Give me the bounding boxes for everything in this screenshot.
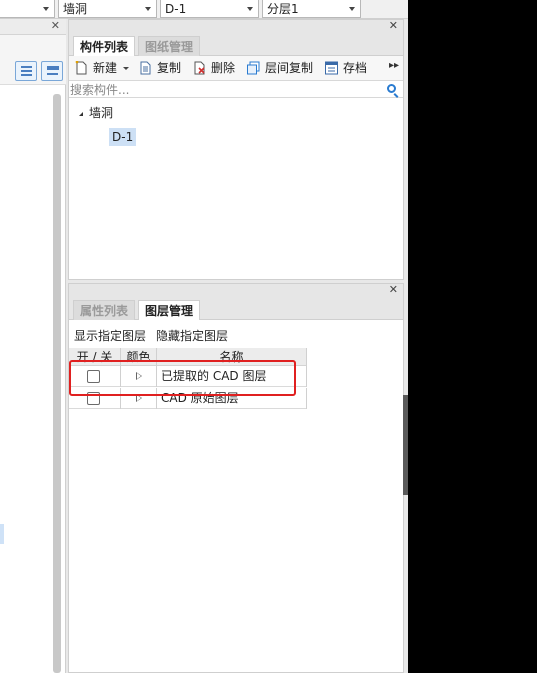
toggle-cell	[69, 388, 121, 409]
table-header: 开 / 关 颜色 名称	[69, 348, 307, 366]
dropdown-value: D-1	[165, 2, 187, 16]
column-header-color: 颜色	[121, 348, 157, 366]
category-dropdown[interactable]	[0, 0, 55, 18]
chevron-down-icon	[43, 7, 49, 11]
layer-name: 已提取的 CAD 图层	[157, 366, 307, 387]
hide-layer-button[interactable]: 隐藏指定图层	[156, 327, 228, 344]
left-scrollbar[interactable]	[53, 94, 61, 673]
delete-label: 删除	[211, 61, 236, 75]
layer-checkbox[interactable]	[87, 392, 100, 405]
new-button[interactable]: 新建	[75, 60, 131, 76]
tab-layer-management[interactable]: 图层管理	[138, 300, 201, 321]
tab-drawing-management[interactable]: 图纸管理	[138, 36, 201, 57]
color-cell	[121, 388, 157, 409]
layer-dropdown[interactable]: 分层1	[262, 0, 361, 18]
panel-titlebar: ✕	[69, 19, 403, 34]
workspace: 墙洞 D-1 分层1 ✕ ✕ 构件列表 图纸管理 新建 复制 删除 层间复制 存…	[0, 0, 408, 673]
component-name-dropdown[interactable]: D-1	[160, 0, 259, 18]
dropdown-value: 墙洞	[63, 2, 88, 16]
layer-checkbox[interactable]	[87, 370, 100, 383]
layer-panel: ✕ 属性列表 图层管理 显示指定图层 隐藏指定图层 开 / 关 颜色 名称 已提…	[68, 283, 404, 673]
dropdown-value: 分层1	[267, 2, 299, 16]
floor-copy-button[interactable]: 层间复制	[247, 60, 317, 76]
more-actions-icon[interactable]: ▸▸	[389, 60, 399, 71]
splitter-handle[interactable]	[403, 395, 408, 495]
copy-label: 复制	[157, 61, 182, 75]
component-tabs: 构件列表 图纸管理	[69, 34, 403, 57]
chevron-down-icon	[247, 7, 253, 11]
copy-button[interactable]: 复制	[139, 60, 185, 76]
archive-button[interactable]: 存档	[325, 60, 371, 76]
tree-node-child[interactable]: D-1	[109, 128, 137, 146]
color-triangle-icon[interactable]	[136, 394, 142, 402]
toggle-cell	[69, 366, 121, 387]
tab-property-list[interactable]: 属性列表	[73, 300, 136, 321]
list-view-button[interactable]	[15, 61, 37, 81]
table-row[interactable]: CAD 原始图层	[69, 388, 307, 409]
close-icon[interactable]: ✕	[389, 283, 398, 296]
floor-copy-label: 层间复制	[265, 61, 314, 75]
chevron-down-icon	[123, 67, 129, 70]
top-toolbar: 墙洞 D-1 分层1	[0, 0, 408, 19]
color-cell	[121, 366, 157, 387]
tree-expand-icon[interactable]	[79, 111, 83, 116]
delete-button[interactable]: 删除	[193, 60, 239, 76]
close-icon[interactable]: ✕	[51, 19, 60, 32]
panel-titlebar: ✕	[69, 283, 403, 298]
tab-component-list[interactable]: 构件列表	[73, 36, 136, 57]
layer-toolbar: 显示指定图层 隐藏指定图层	[69, 320, 403, 348]
new-label: 新建	[93, 61, 118, 75]
tree-node-root[interactable]: 墙洞	[79, 105, 113, 121]
chevron-down-icon	[349, 7, 355, 11]
component-toolbar: 新建 复制 删除 层间复制 存档 ▸▸	[69, 56, 403, 80]
table-row[interactable]: 已提取的 CAD 图层	[69, 366, 307, 387]
grid-view-button[interactable]	[41, 61, 63, 81]
tree-root-label: 墙洞	[89, 106, 114, 120]
component-search	[69, 80, 403, 98]
close-icon[interactable]: ✕	[389, 19, 398, 32]
component-list-panel: ✕ 构件列表 图纸管理 新建 复制 删除 层间复制 存档 ▸▸ 搜索构件... …	[68, 19, 404, 280]
new-icon	[75, 61, 87, 75]
archive-label: 存档	[343, 61, 368, 75]
left-panel: ✕	[0, 19, 66, 673]
delete-icon	[194, 61, 205, 75]
component-type-dropdown[interactable]: 墙洞	[58, 0, 157, 18]
search-input[interactable]	[70, 82, 370, 97]
left-selection-marker	[0, 524, 4, 544]
left-panel-header: ✕	[0, 19, 66, 35]
column-header-name: 名称	[157, 348, 307, 366]
layer-tabs: 属性列表 图层管理	[69, 298, 403, 321]
search-icon[interactable]	[387, 84, 396, 93]
color-triangle-icon[interactable]	[136, 372, 142, 380]
floor-copy-icon	[247, 61, 260, 75]
chevron-down-icon	[145, 7, 151, 11]
column-header-toggle: 开 / 关	[69, 348, 121, 366]
archive-icon	[325, 61, 338, 75]
show-layer-button[interactable]: 显示指定图层	[74, 327, 146, 344]
copy-icon	[140, 61, 151, 75]
layer-name: CAD 原始图层	[157, 388, 307, 409]
